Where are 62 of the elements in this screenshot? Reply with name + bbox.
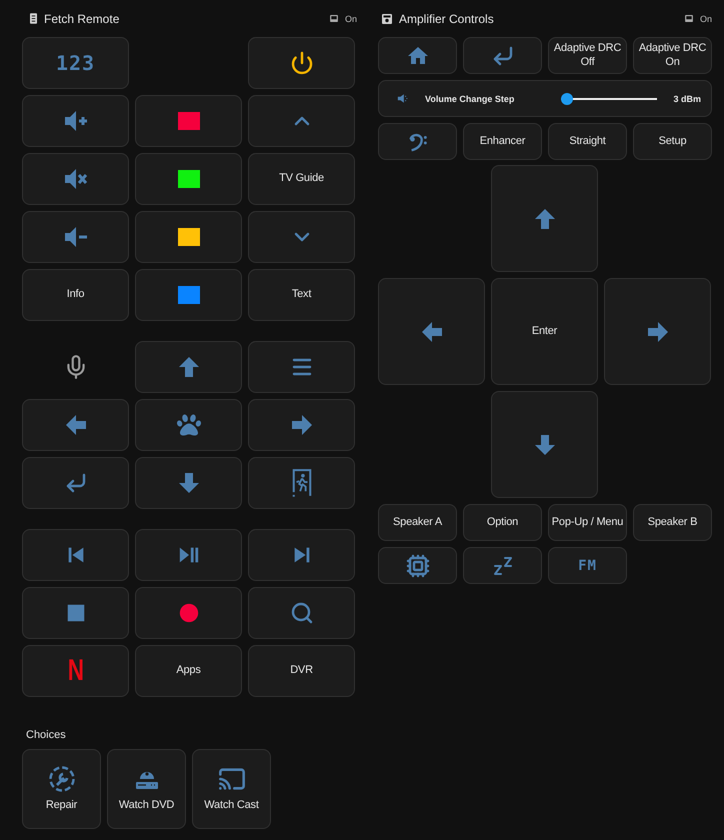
arrow-right-icon: [290, 413, 314, 437]
arrow-down-icon: [532, 432, 556, 456]
arrow-right-icon: [646, 320, 670, 344]
repair-icon: [48, 765, 76, 794]
panel-title: Amplifier Controls: [399, 12, 495, 26]
amp-button[interactable]: [378, 547, 457, 584]
logo-button[interactable]: N: [22, 645, 129, 697]
power-icon: [290, 51, 314, 75]
amplifier-icon: [382, 14, 392, 24]
amp-button[interactable]: Speaker A: [378, 504, 457, 541]
remote-button[interactable]: [248, 37, 355, 89]
volume-up-icon: [62, 109, 88, 133]
amp-button[interactable]: Adaptive DRC Off: [548, 37, 627, 74]
remote-button[interactable]: DVR: [248, 645, 355, 697]
amp-button[interactable]: Speaker B: [633, 504, 712, 541]
amp-button[interactable]: Option: [463, 504, 542, 541]
volume-down-icon: [62, 225, 88, 249]
choice-button[interactable]: Watch DVD: [107, 749, 186, 829]
arrow-down-icon: [176, 471, 200, 495]
status-text: On: [344, 14, 357, 24]
slider-track[interactable]: [561, 92, 658, 104]
record-icon: [178, 602, 200, 624]
status-icon: [330, 15, 338, 22]
remote-button[interactable]: 123: [22, 37, 129, 89]
status-icon: [684, 15, 693, 22]
arrow-left-icon: [64, 413, 88, 437]
remote-button[interactable]: [135, 269, 242, 321]
arrow-up-icon: [176, 355, 200, 379]
amp-button[interactable]: [378, 123, 457, 160]
dpad-button[interactable]: Enter: [491, 278, 598, 385]
volume-icon: [397, 93, 409, 104]
amp-button[interactable]: [463, 547, 542, 584]
remote-button[interactable]: Apps: [135, 645, 242, 697]
mute-icon: [62, 167, 88, 191]
panel-title: Fetch Remote: [44, 12, 120, 26]
remote-icon: [30, 13, 37, 24]
amp-button[interactable]: Enhancer: [463, 123, 542, 160]
amp-button[interactable]: Pop-Up / Menu: [548, 504, 627, 541]
slider-thumb[interactable]: [561, 92, 573, 104]
amp-button[interactable]: Setup: [633, 123, 712, 160]
choice-button[interactable]: Watch Cast: [192, 749, 271, 829]
remote-button[interactable]: [135, 153, 242, 205]
amp-button[interactable]: [378, 37, 457, 74]
amp-button[interactable]: [463, 37, 542, 74]
paw-icon: [176, 413, 200, 437]
arrow-left-icon: [420, 320, 444, 344]
remote-button[interactable]: Text: [248, 269, 355, 321]
amp-button[interactable]: Straight: [548, 123, 627, 160]
section-title: Choices: [26, 729, 67, 741]
chip-icon: [406, 554, 430, 578]
search-icon: [290, 601, 314, 625]
remote-button[interactable]: Info: [22, 269, 129, 321]
exit-door-icon: [290, 468, 312, 498]
remote-button[interactable]: [135, 211, 242, 263]
slider-value: 3 dBm: [673, 94, 701, 104]
remote-button[interactable]: TV Guide: [248, 153, 355, 205]
status-text: On: [700, 14, 712, 24]
slider-label: Volume Change Step: [425, 94, 516, 104]
arrow-up-icon: [532, 206, 556, 230]
amp-button[interactable]: Adaptive DRC On: [633, 37, 712, 74]
choice-button[interactable]: Repair: [22, 749, 101, 829]
amp-button[interactable]: FM: [548, 547, 627, 584]
